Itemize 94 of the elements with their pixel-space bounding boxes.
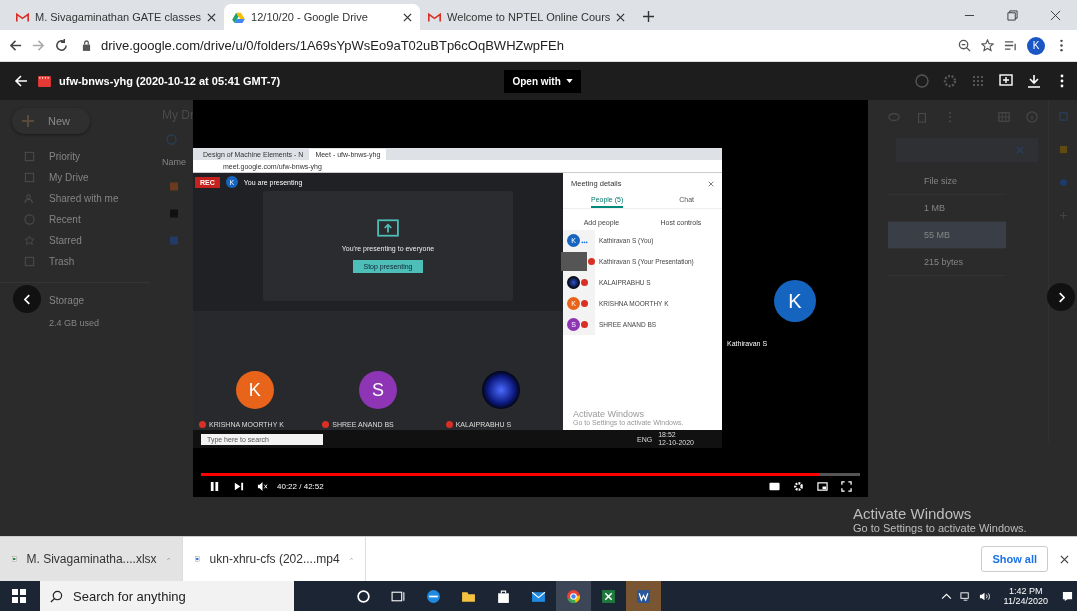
mail-icon — [428, 11, 442, 23]
fullscreen-icon[interactable] — [841, 481, 852, 492]
photo-placeholder — [482, 371, 521, 409]
search-icon — [50, 589, 63, 603]
mic-off-icon — [445, 421, 453, 428]
drive-icon — [24, 172, 35, 183]
download-item[interactable]: M. Sivagaminatha....xlsx — [0, 537, 183, 581]
playlist-icon[interactable] — [1004, 39, 1017, 52]
chrome-ring-icon[interactable] — [566, 588, 581, 604]
file-name: ufw-bnws-yhg (2020-10-12 at 05:41 GMT-7) — [59, 75, 281, 87]
close-icon[interactable] — [1060, 554, 1069, 564]
network-icon[interactable] — [959, 590, 971, 602]
restore-icon[interactable] — [1007, 10, 1018, 21]
windows-logo-icon[interactable] — [12, 589, 26, 603]
zoom-icon[interactable] — [958, 39, 971, 52]
sidebar-item[interactable]: Priority — [0, 146, 150, 167]
clock-time[interactable]: 1:42 PM — [1009, 586, 1043, 596]
address-bar[interactable]: drive.google.com/drive/u/0/folders/1A69sYpWsEo9aT02uBTp6cOqBWHZwpFEh — [101, 38, 948, 53]
new-tab-icon[interactable] — [643, 11, 655, 22]
column-header[interactable]: File size — [888, 168, 1006, 195]
sidebar-item[interactable]: Recent — [0, 209, 150, 230]
video-file-icon — [38, 75, 51, 87]
volume-icon[interactable] — [978, 590, 990, 602]
video-player[interactable] — [193, 100, 868, 497]
next-icon[interactable] — [233, 481, 244, 492]
clock-icon — [24, 214, 35, 225]
download-icon[interactable] — [1027, 74, 1041, 88]
photo-placeholder — [567, 276, 580, 289]
browser-e-icon[interactable] — [426, 588, 441, 604]
present-screen-icon — [377, 219, 399, 237]
video-file-icon — [170, 209, 178, 218]
chevron-up-icon[interactable] — [940, 590, 952, 602]
mic-off-icon — [322, 421, 330, 428]
triangle-logo-icon — [232, 11, 246, 23]
sidebar-item[interactable]: Starred — [0, 230, 150, 251]
participant-avatar: S — [359, 371, 397, 409]
muted-speaker-icon[interactable] — [257, 481, 268, 492]
file-icon — [170, 236, 178, 245]
file-icon — [170, 182, 178, 191]
document-app-icon[interactable] — [636, 588, 651, 604]
mic-off-icon — [199, 421, 206, 428]
star-icon — [24, 235, 35, 246]
new-button[interactable]: New — [12, 108, 90, 134]
sidebar-item[interactable]: My Drive — [0, 167, 150, 188]
show-all-button[interactable]: Show all — [981, 546, 1048, 572]
column-header[interactable]: Name — [162, 157, 193, 167]
next-button[interactable] — [1047, 283, 1075, 311]
browser-tab[interactable]: Welcome to NPTEL Online Cours — [420, 4, 634, 30]
participant-avatar: K — [235, 371, 274, 409]
activation-notice: Go to Settings to activate Windows. — [853, 522, 1027, 534]
checkbox-icon — [24, 151, 35, 162]
close-icon[interactable] — [1050, 10, 1061, 21]
browser-tab[interactable]: M. Sivagaminathan GATE classes — [8, 4, 225, 30]
clock-date[interactable]: 11/24/2020 — [1003, 596, 1048, 606]
check-circle-icon[interactable] — [1058, 178, 1068, 187]
notification-icon[interactable] — [1062, 590, 1073, 602]
storage-usage: 2.4 GB used — [49, 318, 100, 328]
sidebar-item[interactable]: Shared with me — [0, 188, 150, 209]
speaker-avatar: K — [774, 280, 816, 322]
activation-notice-title: Activate Windows — [573, 409, 646, 419]
close-icon — [708, 180, 714, 187]
screen-thumbnail — [561, 252, 587, 271]
storage-label: Storage — [49, 295, 85, 306]
lock-icon — [82, 40, 91, 51]
reload-icon[interactable] — [55, 39, 68, 52]
trash-icon — [24, 256, 35, 267]
profile-avatar[interactable]: K — [1027, 36, 1045, 55]
close-icon[interactable] — [403, 12, 413, 22]
spreadsheet-app-icon[interactable] — [601, 588, 616, 604]
browser-tab[interactable]: 12/10/20 - Google Drive — [224, 4, 421, 30]
plus-icon — [22, 115, 34, 127]
close-icon[interactable] — [616, 12, 626, 22]
chevron-left-icon — [23, 293, 31, 305]
chevron-right-icon — [1057, 291, 1065, 303]
miniplayer-icon[interactable] — [817, 481, 828, 492]
file-size: 215 bytes — [888, 249, 1006, 276]
star-icon[interactable] — [981, 39, 994, 52]
activation-notice-title: Activate Windows — [853, 505, 973, 522]
captions-icon[interactable] — [769, 481, 780, 492]
video-time: 40:22 / 42:52 — [277, 482, 324, 491]
pause-icon[interactable] — [209, 481, 220, 492]
sidebar-item[interactable]: Trash — [0, 251, 150, 272]
cortana-icon[interactable] — [356, 588, 371, 604]
caret-icon — [565, 79, 573, 83]
store-bag-icon[interactable] — [496, 588, 511, 604]
previous-button[interactable] — [13, 285, 41, 313]
search-field[interactable]: Search for anything — [40, 581, 294, 611]
mail-icon — [16, 11, 29, 23]
close-icon[interactable] — [207, 12, 217, 22]
back-icon[interactable] — [9, 39, 22, 52]
add-comment-icon[interactable] — [999, 74, 1013, 88]
open-with-button[interactable]: Open with — [504, 69, 581, 93]
file-size: 55 MB — [888, 222, 1006, 249]
people-icon — [24, 193, 35, 204]
